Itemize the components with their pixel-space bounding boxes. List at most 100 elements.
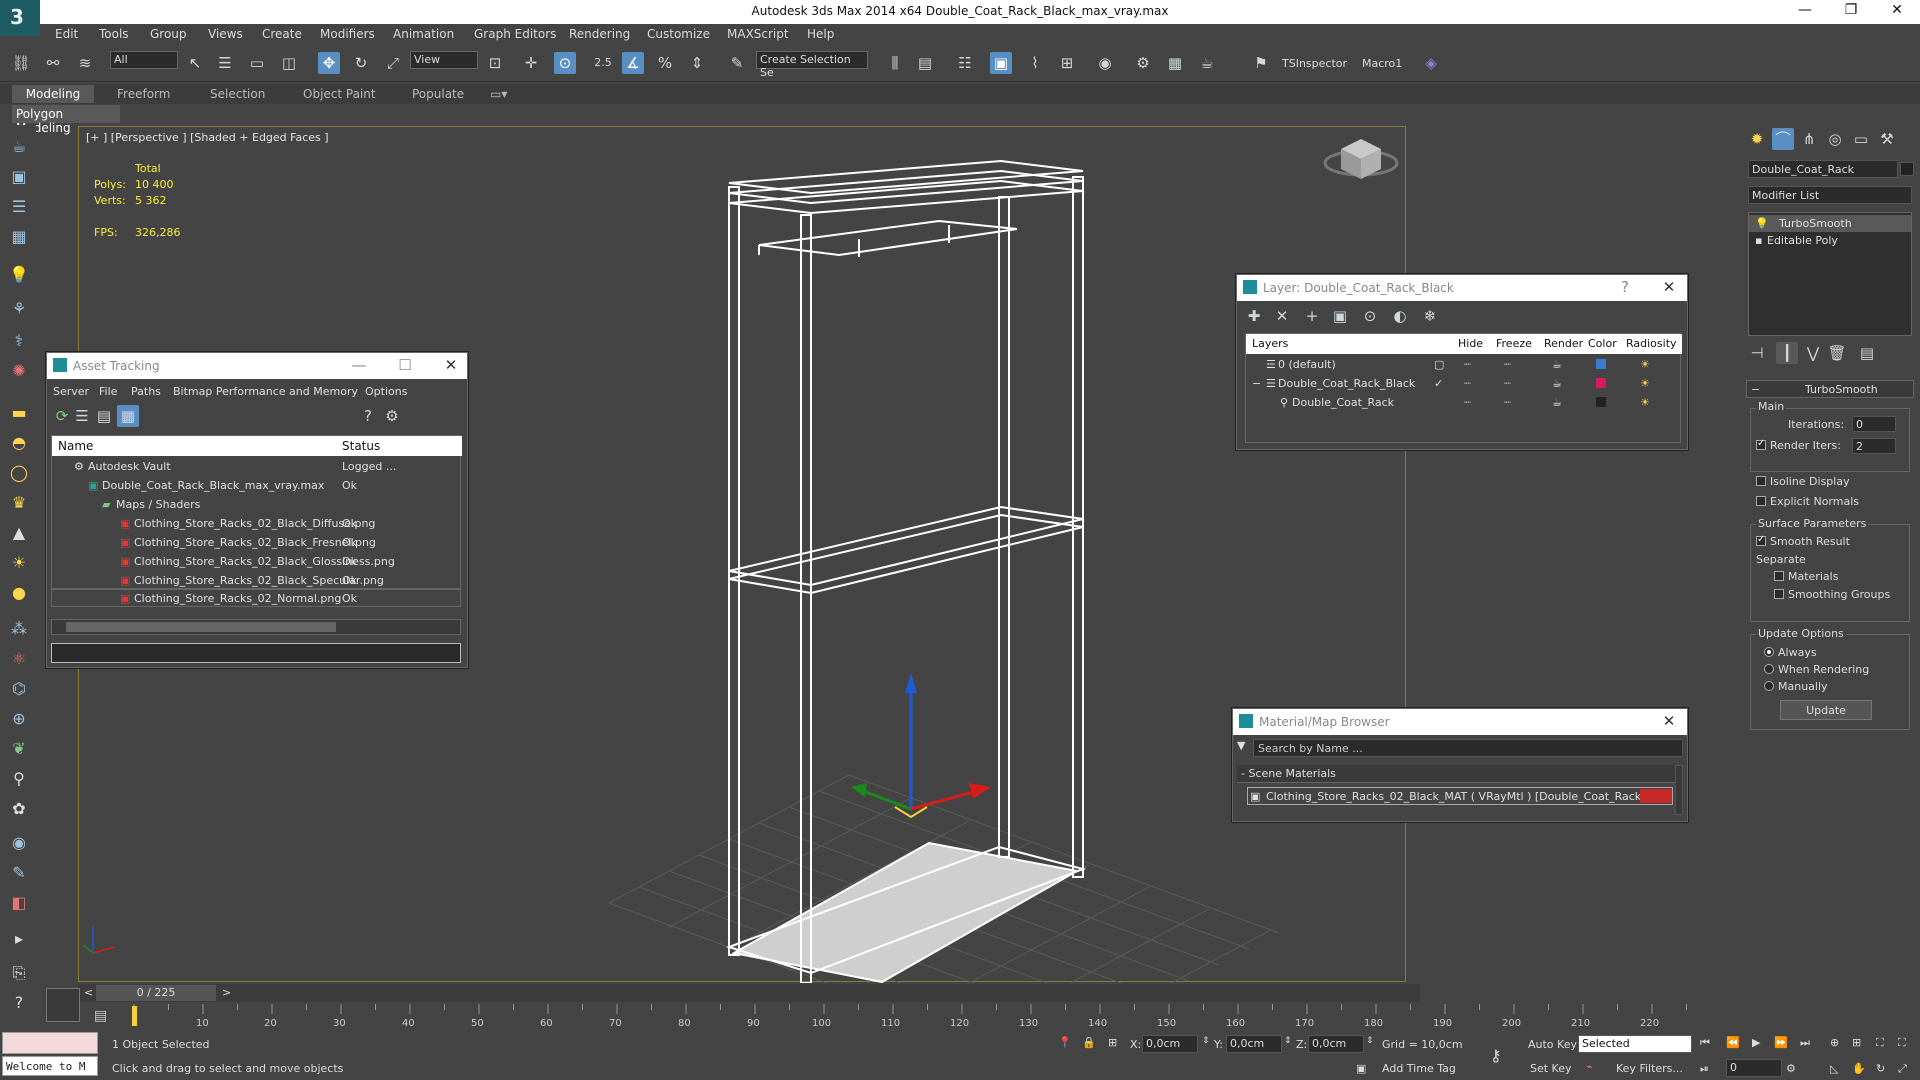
fur-icon[interactable]: ⁂ xyxy=(8,619,30,641)
horizontal-scrollbar[interactable] xyxy=(51,619,461,635)
table-row[interactable]: ▣ Clothing_Store_Racks_02_Black_Specular… xyxy=(52,572,460,589)
percent-snap-icon[interactable]: % xyxy=(654,52,676,74)
go-to-start-icon[interactable]: ⏮ xyxy=(1700,1036,1710,1050)
keyboard-shortcut-icon[interactable]: ⊙ xyxy=(554,52,576,74)
menu-views[interactable]: Views xyxy=(208,27,243,41)
auto-key-button[interactable]: Auto Key xyxy=(1528,1038,1577,1051)
stack-item-editable-poly[interactable]: ▪ Editable Poly xyxy=(1749,232,1911,249)
add-to-layer-icon[interactable]: + xyxy=(1301,305,1323,327)
update-button[interactable]: Update xyxy=(1780,700,1872,720)
field-of-view-icon[interactable]: ◺ xyxy=(1830,1062,1838,1075)
globe-icon[interactable]: ⊕ xyxy=(8,709,30,731)
key-filters-button[interactable]: Key Filters... xyxy=(1616,1062,1683,1075)
menu-group[interactable]: Group xyxy=(150,27,187,41)
z-spinner-icon[interactable]: ⇕ xyxy=(1366,1036,1374,1046)
window-crossing-icon[interactable]: ◫ xyxy=(278,52,300,74)
time-tag-icon[interactable]: ▣ xyxy=(1356,1062,1366,1075)
pin-stack-icon[interactable]: ⊣ xyxy=(1746,342,1768,364)
render-icon[interactable]: ◧ xyxy=(8,893,30,915)
zoom-extents-icon[interactable]: ⛶ xyxy=(1876,1036,1884,1050)
render-iters-spinner[interactable]: 2 xyxy=(1852,438,1896,454)
maximize-icon[interactable]: ☐ xyxy=(395,356,415,376)
dome-icon[interactable]: ◓ xyxy=(8,433,30,455)
selection-filter-dropdown[interactable]: All xyxy=(110,51,178,69)
close-button[interactable]: ✕ xyxy=(1874,2,1920,22)
motion-tab-icon[interactable]: ◎ xyxy=(1824,128,1846,150)
menu-animation[interactable]: Animation xyxy=(393,27,454,41)
vertical-scrollbar[interactable] xyxy=(1675,765,1683,815)
freeze-all-icon[interactable]: ❄ xyxy=(1419,305,1441,327)
y-coord-field[interactable]: 0,0cm xyxy=(1226,1035,1282,1053)
scrollbar-thumb[interactable] xyxy=(66,622,336,632)
restore-button[interactable]: ❐ xyxy=(1828,2,1874,22)
expand-icon[interactable]: ▪ xyxy=(1755,234,1762,247)
make-unique-icon[interactable]: ⋁ xyxy=(1802,342,1824,364)
tsinspector-icon[interactable]: ⚑ xyxy=(1250,52,1272,74)
tab-selection[interactable]: Selection xyxy=(210,87,265,101)
render-setup-icon[interactable]: ⚙ xyxy=(1132,52,1154,74)
named-selection-icon[interactable]: ✎ xyxy=(726,52,748,74)
viewcube[interactable] xyxy=(1323,139,1399,179)
named-selection-set-dropdown[interactable]: Create Selection Se xyxy=(756,51,868,79)
menu-rendering[interactable]: Rendering xyxy=(569,27,630,41)
walk-icon[interactable]: ⚘ xyxy=(8,299,30,321)
menu-create[interactable]: Create xyxy=(262,27,302,41)
time-slider-thumb[interactable]: 0 / 225 xyxy=(96,985,216,1001)
material-search-input[interactable]: Search by Name ... xyxy=(1253,739,1683,757)
layer-manager-icon[interactable]: ☷ xyxy=(954,52,976,74)
plane-icon[interactable]: ▬ xyxy=(8,403,30,425)
at-menu-file[interactable]: File xyxy=(99,385,129,402)
table-row[interactable]: ▣ Clothing_Store_Racks_02_Black_Glossine… xyxy=(52,553,460,570)
script-icon[interactable]: ⎘ xyxy=(8,963,30,985)
highlight-layer-icon[interactable]: ⊙ xyxy=(1359,305,1381,327)
absolute-mode-icon[interactable]: ⊞ xyxy=(1108,1036,1117,1049)
isoline-display-checkbox[interactable] xyxy=(1756,476,1766,486)
link-icon[interactable]: ⛓ xyxy=(10,52,32,74)
particle-icon[interactable]: ✺ xyxy=(8,361,30,383)
utilities-tab-icon[interactable]: ⚒ xyxy=(1876,128,1898,150)
expand-icon[interactable]: ▸ xyxy=(8,929,30,951)
new-layer-icon[interactable]: ✚ xyxy=(1243,305,1265,327)
current-frame-marker[interactable] xyxy=(132,1006,137,1026)
polygon-modeling-label[interactable]: Polygon Modeling xyxy=(12,105,120,135)
at-menu-bitmap[interactable]: Bitmap Performance and Memory xyxy=(173,385,359,402)
hide-toggle[interactable]: ┈ xyxy=(1464,377,1471,390)
table-row[interactable]: ▣ Double_Coat_Rack_Black_max_vray.max Ok xyxy=(52,477,460,494)
render-teapot-icon[interactable]: ☕ xyxy=(1552,396,1562,409)
ribbon-options-icon[interactable]: ▭▾ xyxy=(490,87,507,101)
layer-row-double-coat-rack[interactable]: ⚲ Double_Coat_Rack ┈ ┈ ☕ ☀ xyxy=(1246,394,1680,411)
set-key-button[interactable]: Set Key xyxy=(1530,1062,1572,1075)
molecule-icon[interactable]: ⚛ xyxy=(8,649,30,671)
smoothing-groups-checkbox[interactable] xyxy=(1774,589,1784,599)
minimize-icon[interactable]: — xyxy=(349,356,369,376)
bind-spacewarp-icon[interactable]: ≋ xyxy=(74,52,96,74)
proxy-icon[interactable]: ♛ xyxy=(8,493,30,515)
key-mode-icon[interactable]: ⏯ xyxy=(1700,1062,1709,1076)
coat-rack-wireframe[interactable] xyxy=(725,159,1087,983)
grid-icon[interactable]: ▦ xyxy=(8,227,30,249)
mini-viewport-icon[interactable] xyxy=(46,988,80,1022)
add-time-tag[interactable]: Add Time Tag xyxy=(1382,1062,1456,1075)
tab-modeling[interactable]: Modeling xyxy=(12,85,94,103)
stack-item-turbosmooth[interactable]: 💡 TurboSmooth xyxy=(1749,215,1911,232)
current-layer-icon[interactable]: ▢ xyxy=(1434,358,1444,371)
x-coord-field[interactable]: 0,0cm xyxy=(1142,1035,1198,1053)
hair-icon[interactable]: ⚕ xyxy=(8,331,30,353)
align-icon[interactable]: ▤ xyxy=(914,52,936,74)
x-spinner-icon[interactable]: ⇕ xyxy=(1202,1036,1210,1046)
at-menu-options[interactable]: Options xyxy=(365,385,415,402)
pan-icon[interactable]: ✋ xyxy=(1852,1062,1866,1075)
tsinspector-label[interactable]: TSInspector xyxy=(1282,57,1347,70)
z-coord-field[interactable]: 0,0cm xyxy=(1308,1035,1364,1053)
sphere-icon[interactable]: ◯ xyxy=(8,463,30,485)
radiosity-icon[interactable]: ☀ xyxy=(1640,396,1650,409)
select-object-icon[interactable]: ↖ xyxy=(184,52,206,74)
ball-icon[interactable]: ● xyxy=(8,583,30,605)
explicit-normals-checkbox[interactable] xyxy=(1756,496,1766,506)
table-view-icon[interactable]: ▦ xyxy=(117,405,139,427)
scale-icon[interactable]: ⤢ xyxy=(382,52,404,74)
col-freeze[interactable]: Freeze xyxy=(1496,337,1532,350)
menu-help[interactable]: Help xyxy=(807,27,834,41)
timeline-next-icon[interactable]: > xyxy=(222,986,231,999)
spinner-snap-icon[interactable]: ⇕ xyxy=(686,52,708,74)
